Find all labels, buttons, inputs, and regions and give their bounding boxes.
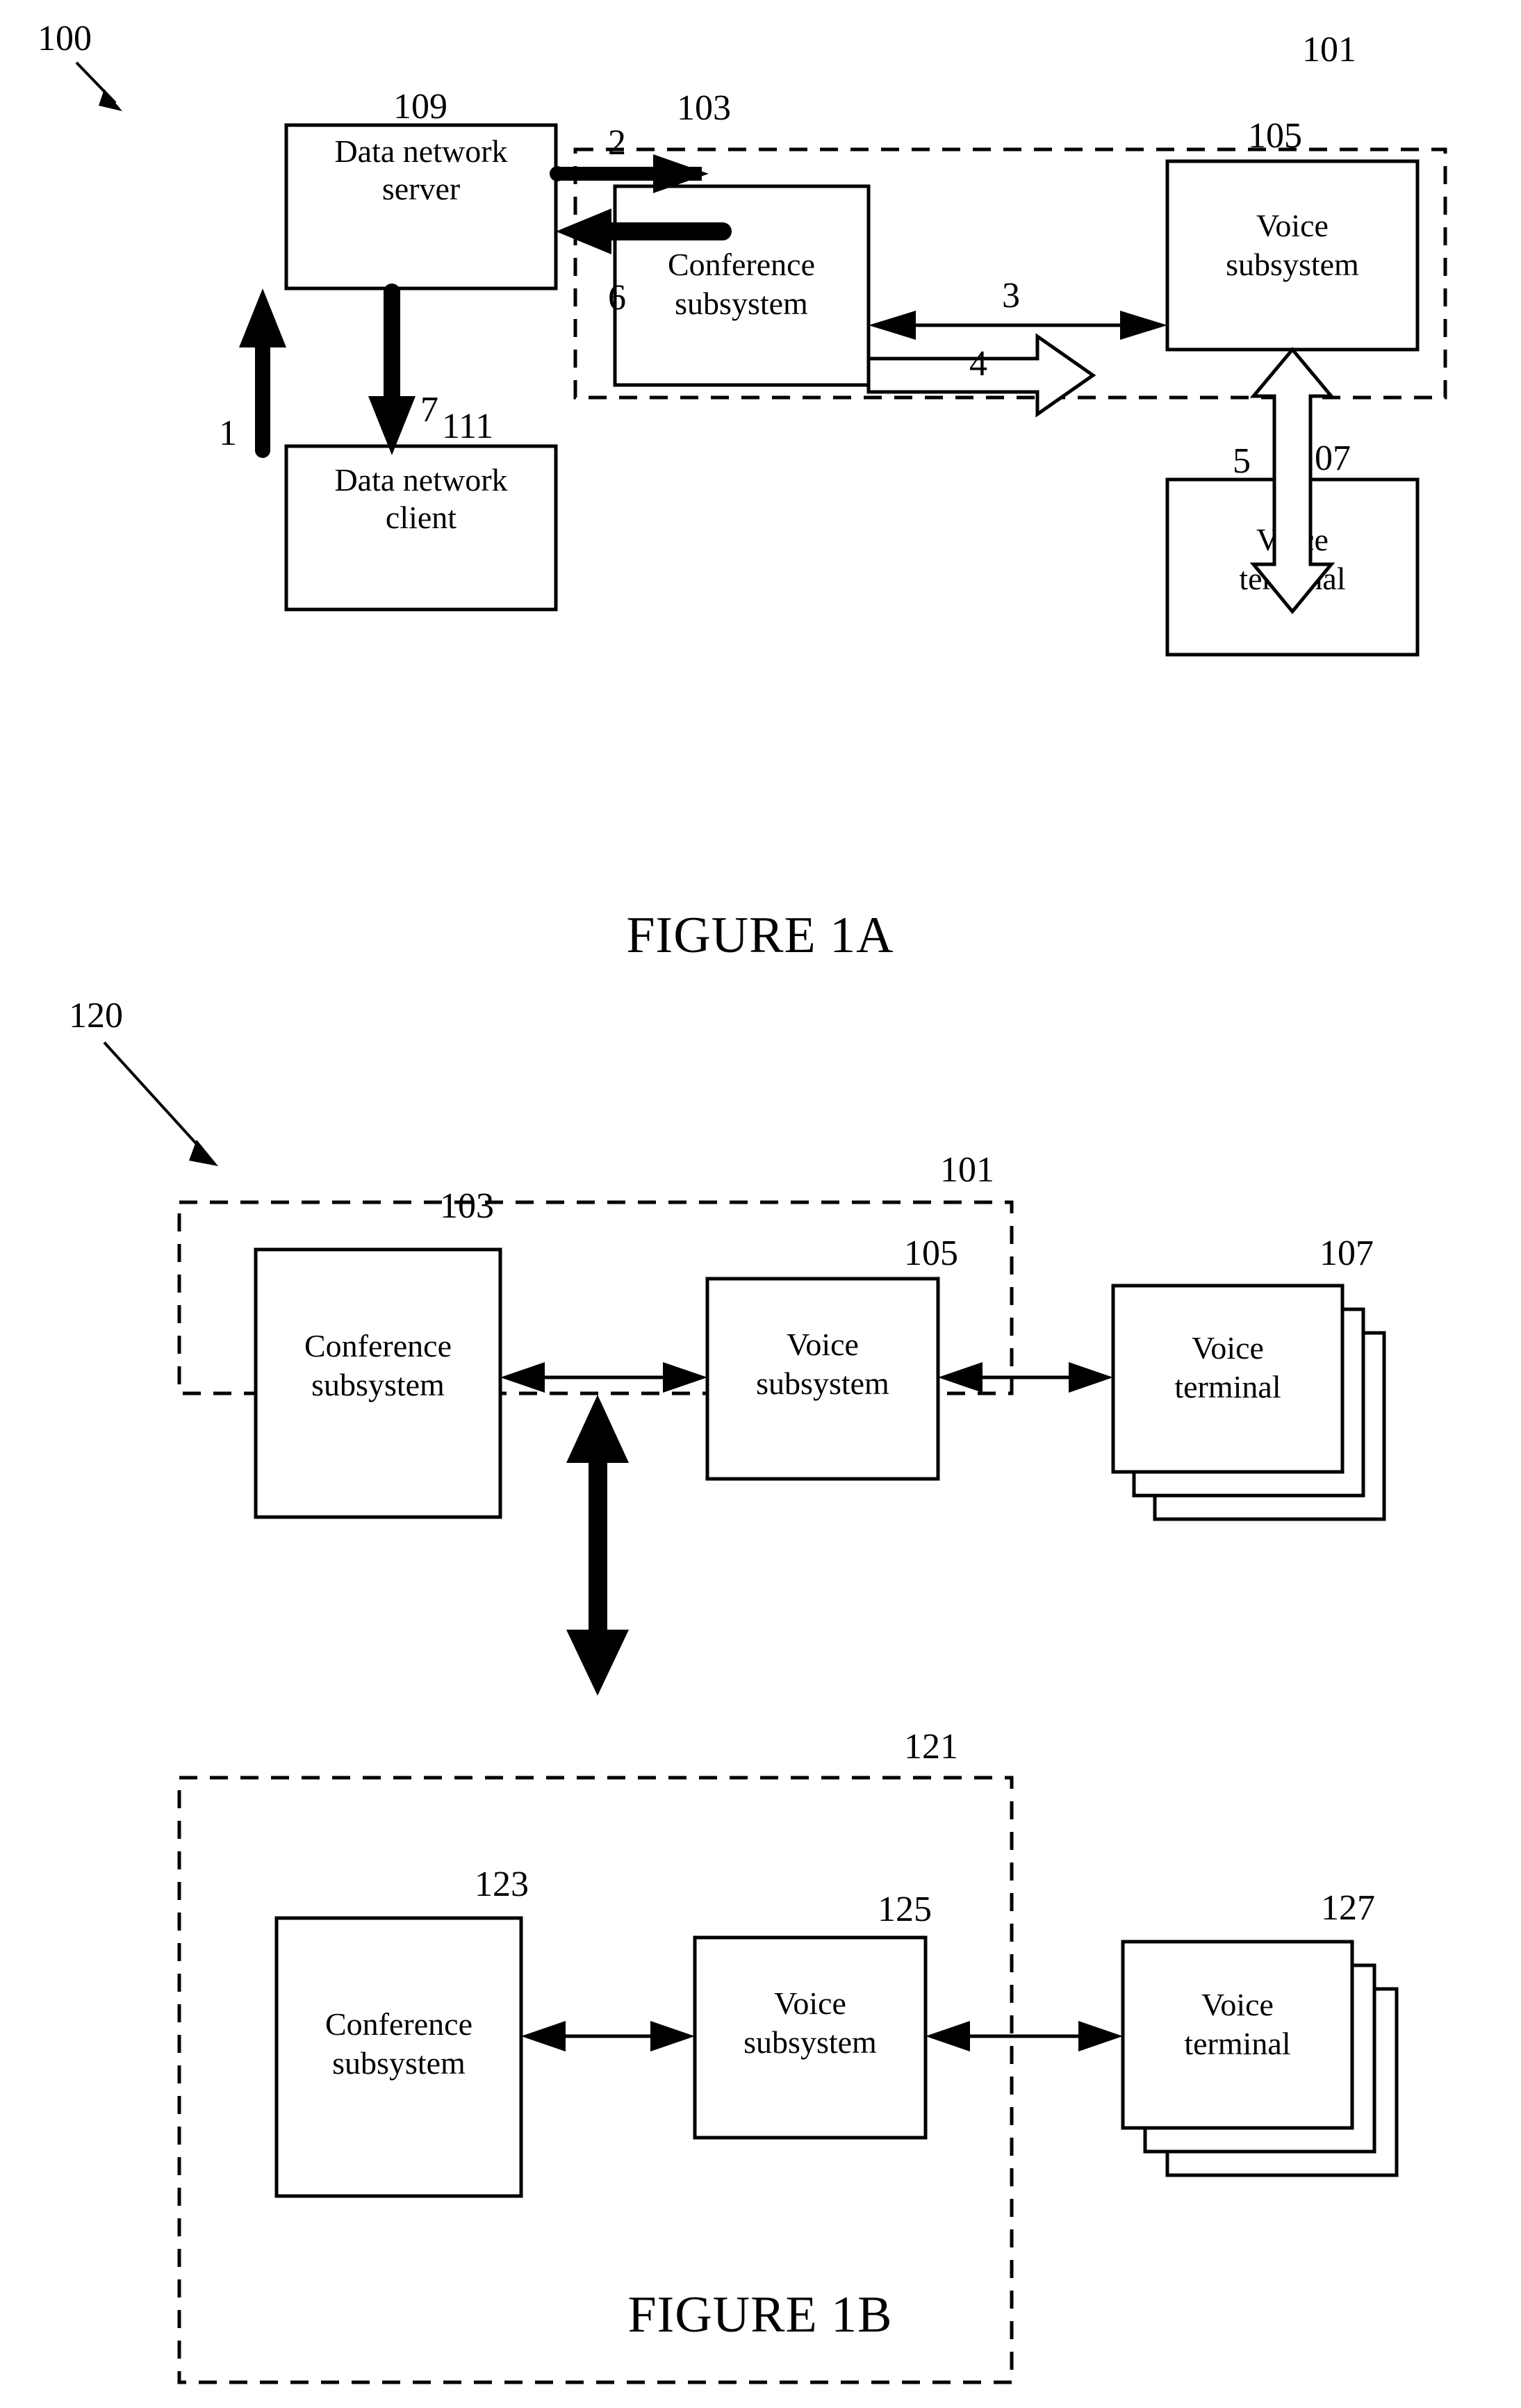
ref-121: 121 — [904, 1727, 958, 1767]
voice-terminal-upper-label-line1: Voice — [1192, 1330, 1264, 1366]
voice-terminal-lower-label-line1: Voice — [1201, 1987, 1274, 2022]
figure-1a-caption: FIGURE 1A — [626, 907, 894, 964]
ref-107-fig1b: 107 — [1319, 1234, 1374, 1273]
ref-120: 120 — [69, 996, 123, 1035]
flow-label-4: 4 — [969, 344, 987, 384]
data-network-client-label-line2: client — [386, 500, 457, 535]
ref-101-fig1b: 101 — [940, 1150, 994, 1190]
data-network-server-label-line1: Data network — [334, 133, 507, 169]
ref-101: 101 — [1302, 30, 1356, 69]
conference-label-line1-fig1a: Conference — [668, 247, 815, 282]
conference-label-line2-fig1a: subsystem — [675, 286, 808, 321]
ref-100: 100 — [38, 19, 92, 58]
ref-105-fig1b: 105 — [904, 1234, 958, 1273]
ref-105-fig1a: 105 — [1248, 116, 1302, 156]
voice-subsystem-label-line2-fig1a: subsystem — [1226, 247, 1359, 282]
voice-subsystem-upper-label-line1: Voice — [787, 1327, 859, 1362]
conference-lower-label-line2: subsystem — [332, 2045, 466, 2081]
flow-label-2: 2 — [608, 123, 626, 163]
conference-upper-label-line2: subsystem — [311, 1367, 445, 1402]
flow-label-1: 1 — [219, 413, 237, 453]
flow-label-6: 6 — [608, 278, 626, 318]
conference-lower-label-line1: Conference — [325, 2006, 472, 2042]
ref-123: 123 — [475, 1865, 529, 1904]
voice-subsystem-lower-label-line1: Voice — [774, 1985, 846, 2021]
ref-103-fig1a: 103 — [677, 88, 731, 128]
figure-1b-caption: FIGURE 1B — [627, 2286, 892, 2343]
voice-subsystem-label-line1-fig1a: Voice — [1256, 208, 1329, 243]
ref-109: 109 — [393, 87, 447, 126]
ref-127: 127 — [1321, 1888, 1375, 1928]
ref-111: 111 — [442, 407, 493, 446]
ref-125: 125 — [878, 1890, 932, 1929]
data-network-server-label-line2: server — [382, 171, 460, 206]
ref-103-fig1b: 103 — [440, 1186, 494, 1226]
voice-terminal-lower-label-line2: terminal — [1184, 2026, 1290, 2061]
conference-upper-label-line1: Conference — [304, 1328, 452, 1363]
voice-subsystem-upper-label-line2: subsystem — [756, 1366, 889, 1401]
voice-terminal-upper-label-line2: terminal — [1174, 1369, 1281, 1404]
patent-figure-sheet: 100 101 109 Data network server Data net… — [0, 0, 1521, 2408]
flow-label-3: 3 — [1002, 276, 1020, 316]
data-network-client-label-line1: Data network — [334, 462, 507, 498]
flow-label-5: 5 — [1233, 441, 1251, 481]
flow-label-7: 7 — [420, 390, 438, 429]
voice-subsystem-lower-label-line2: subsystem — [743, 2024, 877, 2060]
